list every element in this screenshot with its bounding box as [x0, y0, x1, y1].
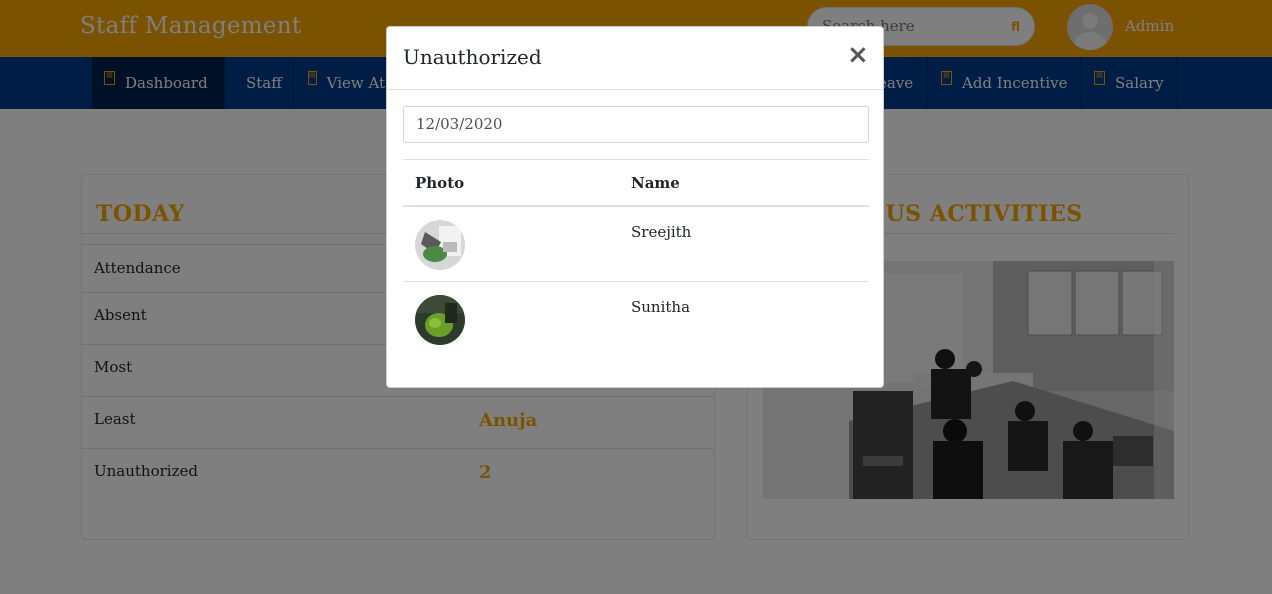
staff-photo	[415, 220, 465, 270]
staff-name: Sreejith	[631, 223, 692, 241]
staff-name: Sunitha	[631, 298, 691, 316]
close-icon[interactable]: ×	[847, 42, 869, 68]
modal-title: Unauthorized	[403, 45, 542, 69]
column-header-name: Name	[631, 174, 680, 192]
unauthorized-modal: Unauthorized × Photo Name Sreejith	[386, 26, 884, 388]
staff-photo	[415, 295, 465, 345]
staff-photo-image	[415, 220, 465, 270]
date-input[interactable]	[416, 115, 856, 133]
staff-photo-image	[415, 295, 465, 345]
date-field[interactable]	[403, 106, 869, 143]
table-row: Sreejith	[403, 207, 869, 282]
column-header-photo: Photo	[415, 174, 465, 192]
modal-header: Unauthorized ×	[387, 27, 883, 90]
table-header: Photo Name	[403, 159, 869, 207]
table-row: Sunitha	[403, 282, 869, 357]
